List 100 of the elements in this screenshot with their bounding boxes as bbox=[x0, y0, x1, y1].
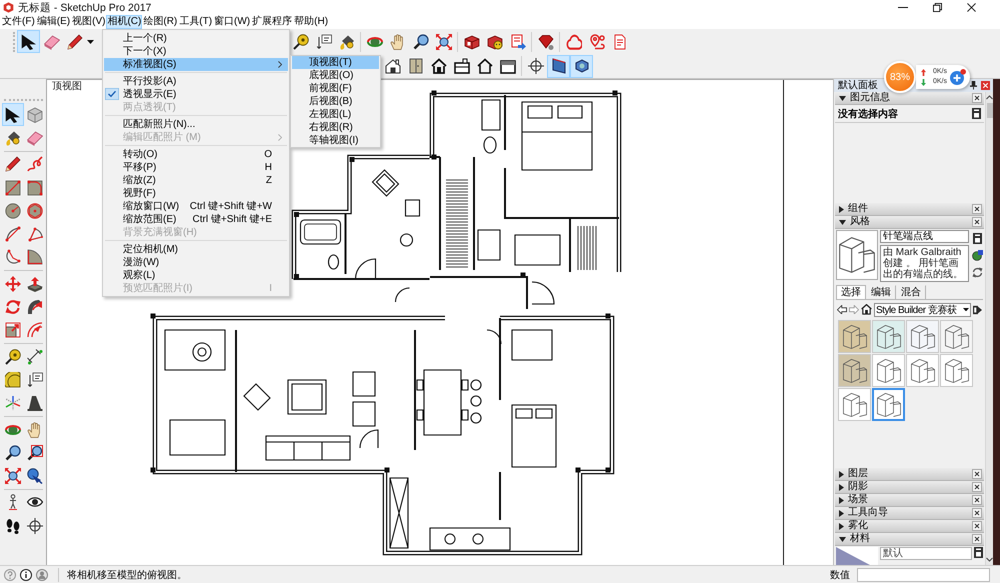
menu-item[interactable]: 定位相机(M) bbox=[104, 242, 288, 256]
menu-item[interactable]: 底视图(O) bbox=[292, 69, 379, 82]
panel-title: 图层 bbox=[848, 468, 868, 480]
cube-sketch-icon bbox=[842, 392, 866, 416]
style-thumbnail[interactable] bbox=[872, 388, 905, 421]
panel-icon[interactable] bbox=[972, 108, 981, 119]
download-arrow-icon bbox=[921, 78, 926, 86]
document-arrow-icon bbox=[510, 34, 526, 50]
scroll-thumb[interactable] bbox=[986, 103, 992, 118]
menu-item[interactable]: 右视图(R) bbox=[292, 121, 379, 134]
menu-item[interactable]: 观察(L) bbox=[104, 268, 288, 282]
panel-icon[interactable] bbox=[972, 233, 982, 244]
close-icon[interactable] bbox=[972, 217, 982, 227]
style-thumbnail[interactable] bbox=[838, 320, 871, 353]
cube-sketch-icon bbox=[842, 358, 866, 382]
menu-item[interactable]: 等轴视图(I) bbox=[292, 134, 379, 147]
menu-item[interactable]: 透视显示(E) bbox=[104, 88, 288, 100]
menu-item[interactable]: 视野(F) bbox=[104, 186, 288, 200]
panel-header[interactable]: 阴影 bbox=[835, 481, 984, 494]
panel-header[interactable]: 风格 bbox=[835, 216, 984, 229]
tab[interactable]: 选择 bbox=[836, 285, 866, 299]
style-library-dropdown[interactable]: Style Builder 竞赛获 bbox=[874, 302, 971, 316]
close-icon[interactable] bbox=[972, 204, 982, 214]
menu-bar-item[interactable]: 绘图(R) bbox=[142, 15, 178, 29]
menu-item[interactable]: 缩放窗口(W) Ctrl 键+Shift 键+W bbox=[104, 200, 288, 212]
chevron-up-icon[interactable] bbox=[986, 95, 993, 100]
tray-scrollbar[interactable] bbox=[985, 92, 993, 565]
menu-item[interactable]: 标准视图(S) bbox=[104, 58, 288, 70]
panel-header[interactable]: 图层 bbox=[835, 468, 984, 481]
menu-item[interactable]: 匹配新照片(N)... bbox=[104, 118, 288, 130]
close-icon[interactable] bbox=[972, 521, 982, 531]
menu-bar-item[interactable]: 窗口(W) bbox=[213, 15, 252, 29]
panel-header[interactable]: 雾化 bbox=[835, 520, 984, 533]
menu-bar-item[interactable]: 工具(T) bbox=[178, 15, 214, 29]
cube-camera-button[interactable] bbox=[570, 54, 593, 78]
style-thumbnail[interactable] bbox=[872, 320, 905, 353]
magnifier-icon bbox=[412, 34, 428, 50]
menu-item[interactable]: 后视图(B) bbox=[292, 95, 379, 108]
style-thumbnail[interactable] bbox=[940, 354, 973, 387]
hand-icon bbox=[390, 34, 406, 50]
perspective-box-button[interactable] bbox=[547, 54, 570, 78]
style-thumbnail[interactable] bbox=[906, 320, 939, 353]
question-circle-icon[interactable] bbox=[4, 568, 16, 580]
menu-item[interactable]: 顶视图(T) bbox=[292, 56, 379, 69]
close-icon[interactable] bbox=[972, 495, 982, 505]
menu-bar-item[interactable]: 相机(C) bbox=[106, 15, 142, 29]
style-thumbnail[interactable] bbox=[838, 354, 871, 387]
close-icon[interactable] bbox=[972, 508, 982, 518]
style-thumbnail[interactable] bbox=[838, 388, 871, 421]
select-arrow-button[interactable] bbox=[17, 30, 40, 53]
menu-bar-item[interactable]: 编辑(E) bbox=[36, 15, 72, 29]
menu-item[interactable]: 上一个(R) bbox=[104, 32, 288, 44]
style-thumbnail[interactable] bbox=[872, 354, 905, 387]
magnifier-icon bbox=[5, 444, 21, 461]
menu-bar-item[interactable]: 视图(V) bbox=[71, 15, 106, 29]
panel-header[interactable]: 组件 bbox=[835, 203, 984, 216]
menu-item[interactable]: 缩放(Z) Z bbox=[104, 174, 288, 186]
style-name-field[interactable]: 针笔端点线 bbox=[880, 230, 969, 243]
value-input-field[interactable] bbox=[857, 568, 990, 582]
menu-item[interactable]: 漫游(W) bbox=[104, 256, 288, 268]
material-name-field[interactable]: 默认 bbox=[880, 547, 972, 560]
panel-title: 材料 bbox=[850, 533, 870, 545]
panel-icon[interactable] bbox=[974, 547, 983, 558]
select-arrow-button[interactable] bbox=[2, 103, 24, 126]
arrow-left-icon[interactable] bbox=[837, 304, 847, 314]
tab[interactable]: 编辑 bbox=[866, 285, 896, 299]
side-arrow-icon[interactable] bbox=[973, 304, 982, 314]
menu-item[interactable]: 平移(P) H bbox=[104, 160, 288, 174]
style-thumbnail[interactable] bbox=[906, 354, 939, 387]
menu-bar-item[interactable]: 文件(F) bbox=[1, 15, 36, 29]
menu-item[interactable]: 左视图(L) bbox=[292, 108, 379, 121]
panel-header[interactable]: 图元信息 bbox=[835, 92, 984, 105]
user-circle-icon[interactable] bbox=[36, 568, 48, 580]
close-icon[interactable] bbox=[972, 534, 982, 544]
panel-header[interactable]: 工具向导 bbox=[835, 507, 984, 520]
plus-icon[interactable] bbox=[950, 69, 966, 85]
home-icon[interactable] bbox=[861, 304, 872, 315]
cube-sketch-icon bbox=[876, 358, 900, 382]
panel-header[interactable]: 材料 bbox=[835, 533, 984, 546]
menu-item[interactable]: 缩放范围(E) Ctrl 键+Shift 键+E bbox=[104, 212, 288, 226]
tab[interactable]: 混合 bbox=[896, 285, 926, 299]
refresh-icon[interactable] bbox=[972, 266, 982, 278]
menu-bar-item[interactable]: 扩展程序 bbox=[251, 15, 294, 29]
caret-icon bbox=[87, 40, 94, 44]
info-circle-icon[interactable] bbox=[20, 568, 32, 580]
style-thumbnail[interactable] bbox=[940, 320, 973, 353]
menu-item[interactable]: 前视图(F) bbox=[292, 82, 379, 95]
pin-icon[interactable] bbox=[970, 81, 977, 90]
menu-item[interactable]: 下一个(X) bbox=[104, 44, 288, 58]
menu-shortcut: Ctrl 键+Shift 键+W bbox=[190, 200, 272, 213]
close-icon[interactable] bbox=[972, 469, 982, 479]
menu-bar-item[interactable]: 帮助(H) bbox=[293, 15, 330, 29]
panel-header[interactable]: 场景 bbox=[835, 494, 984, 507]
close-icon[interactable] bbox=[972, 482, 982, 492]
material-swatch-icon bbox=[836, 547, 878, 565]
window-title: 无标题 - SketchUp Pro 2017 bbox=[18, 0, 152, 14]
chevron-down-icon[interactable] bbox=[986, 557, 993, 562]
close-icon[interactable] bbox=[972, 93, 982, 103]
cube-sketch-icon bbox=[839, 237, 875, 273]
menu-item[interactable]: 转动(O) O bbox=[104, 148, 288, 160]
